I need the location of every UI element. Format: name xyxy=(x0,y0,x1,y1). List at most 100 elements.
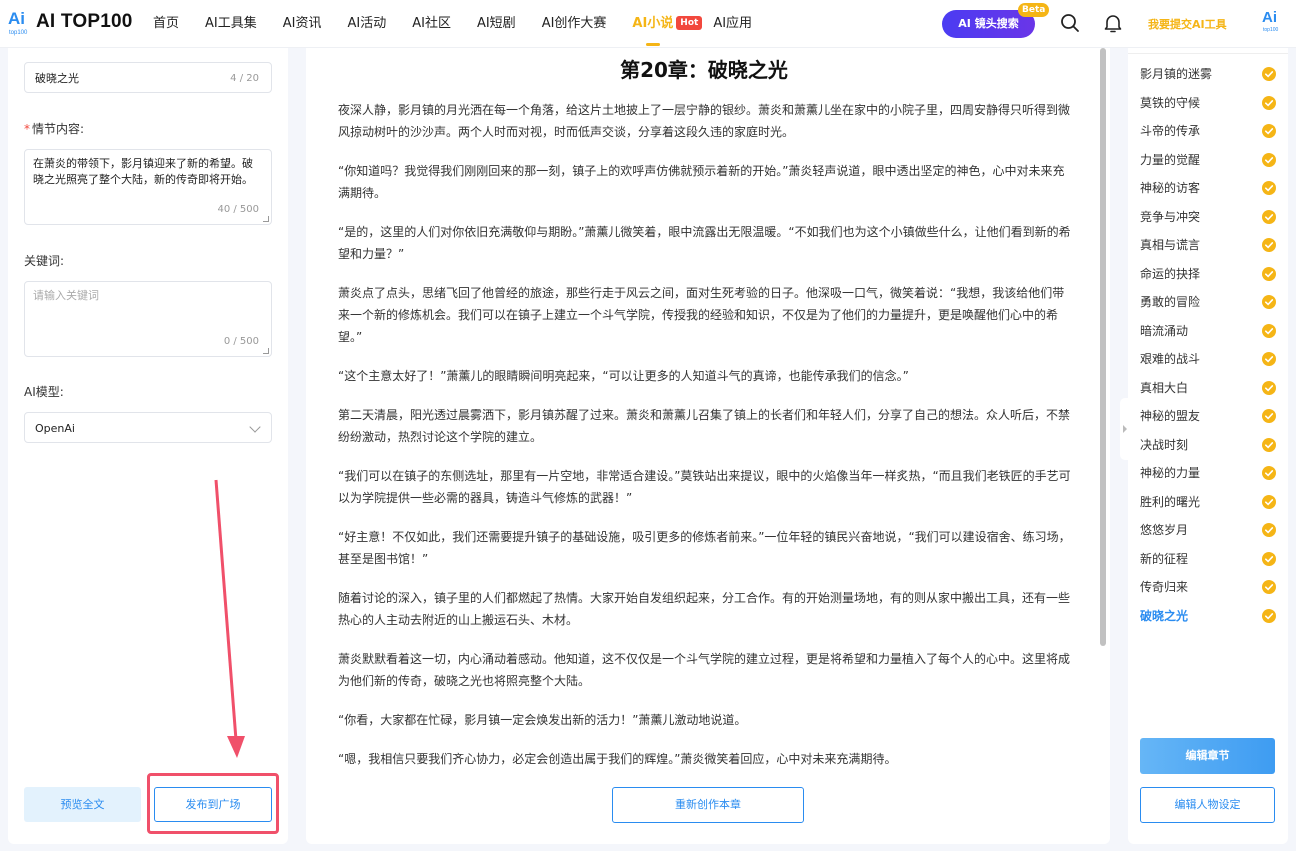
nav-item-label: AI社区 xyxy=(412,16,451,31)
keywords-char-counter: 0 / 500 xyxy=(223,336,259,347)
chapter-list-item[interactable]: 艰难的战斗 xyxy=(1140,345,1276,374)
chapter-list-item[interactable]: 神秘的访客 xyxy=(1140,174,1276,203)
chapter-list-item[interactable]: 真相与谎言 xyxy=(1140,231,1276,260)
chapter-list-label: 胜利的曙光 xyxy=(1140,494,1201,509)
chapter-list-item[interactable]: 暗流涌动 xyxy=(1140,317,1276,346)
check-circle-icon xyxy=(1262,352,1276,366)
chapter-list-item[interactable]: 莫铁的守候 xyxy=(1140,89,1276,118)
chapter-list-label: 勇敢的冒险 xyxy=(1140,295,1201,309)
nav-item-label: AI短剧 xyxy=(476,16,516,31)
chapter-list-item[interactable]: 竞争与冲突 xyxy=(1140,203,1276,232)
keywords-placeholder: 请输入关键词 xyxy=(33,289,99,302)
search-icon[interactable] xyxy=(1059,12,1081,34)
annotation-arrow xyxy=(214,479,245,758)
ai-model-label: AI模型: xyxy=(24,385,64,399)
chapter-list-label: 决战时刻 xyxy=(1140,437,1189,452)
nav-item[interactable]: AI社区 xyxy=(399,0,464,48)
chapter-list-label: 神秘的访客 xyxy=(1140,181,1201,195)
chapter-list-item[interactable]: 力量的觉醒 xyxy=(1140,146,1276,175)
paragraph: 夜深人静，影月镇的月光洒在每一个角落，给这片土地披上了一层宁静的银纱。萧炎和萧薰… xyxy=(338,103,1071,139)
check-circle-icon xyxy=(1262,608,1276,623)
nav-item[interactable]: AI活动 xyxy=(334,0,399,48)
keywords-textarea[interactable]: 请输入关键词 0 / 500 xyxy=(24,281,272,357)
top-header: Ai top100 AI TOP100 首页 AI工具集 AI资讯 AI活动 AI社区 A… xyxy=(0,0,1296,48)
paragraph: 萧炎默默看着这一切，内心涌动着感动。他知道，这不仅仅是一个斗气学院的建立过程，更… xyxy=(338,652,1071,688)
svg-text:Ai: Ai xyxy=(1262,9,1277,26)
chapter-list-label: 莫铁的守候 xyxy=(1140,95,1201,110)
chapter-list-label: 暗流涌动 xyxy=(1140,323,1189,338)
paragraph: 第二天清晨，阳光透过晨雾洒下，影月镇苏醒了过来。萧炎和萧薰儿召集了镇上的长者们和… xyxy=(338,408,1071,444)
chapter-title-input[interactable]: 破晓之光 4 / 20 xyxy=(24,62,272,93)
nav-item[interactable]: AI工具集 xyxy=(192,0,270,48)
chapter-list-label: 新的征程 xyxy=(1140,551,1189,566)
paragraph: “你知道吗？我觉得我们刚刚回来的那一刻，镇子上的欢呼声仿佛就预示着新的开始。”萧… xyxy=(338,164,1065,200)
chapter-list-item[interactable]: 影月镇的迷雾 xyxy=(1140,60,1276,89)
main-nav: 首页 AI工具集 AI资讯 AI活动 AI社区 AI短剧 AI创作大赛 AI小说 Hot AI应用 xyxy=(140,0,765,48)
check-circle-icon xyxy=(1262,181,1276,195)
content-scrollbar[interactable] xyxy=(1100,48,1106,646)
edit-characters-button[interactable]: 编辑人物设定 xyxy=(1140,787,1275,823)
check-circle-icon xyxy=(1262,437,1276,452)
chapter-list-label: 真相大白 xyxy=(1140,380,1189,395)
resize-handle[interactable] xyxy=(263,216,269,222)
recreate-chapter-button[interactable]: 重新创作本章 xyxy=(612,787,804,823)
ai-model-select[interactable]: OpenAi xyxy=(24,412,272,443)
check-circle-icon xyxy=(1262,238,1276,252)
check-circle-icon xyxy=(1262,409,1276,423)
chapter-list-label: 破晓之光 xyxy=(1140,608,1189,623)
title-char-counter: 4 / 20 xyxy=(230,73,259,84)
paragraph: “我们可以在镇子的东侧选址，那里有一片空地，非常适合建设。”莫铁站出来提议，眼中… xyxy=(338,469,1071,505)
chapter-list-item[interactable]: 神秘的盟友 xyxy=(1140,402,1276,431)
nav-item-label: AI资讯 xyxy=(282,16,322,31)
check-circle-icon xyxy=(1262,323,1276,338)
plot-content-textarea[interactable]: 在萧炎的带领下，影月镇迎来了新的希望。破晓之光照亮了整个大陆，新的传奇即将开始。… xyxy=(24,149,272,225)
chapter-list-item[interactable]: 真相大白 xyxy=(1140,374,1276,403)
chapter-content-panel: 第20章：破晓之光 夜深人静，影月镇的月光洒在每一个角落，给这片土地披上了一层宁… xyxy=(306,48,1110,844)
chapter-list-item[interactable]: 决战时刻 xyxy=(1140,431,1276,460)
plot-char-counter: 40 / 500 xyxy=(217,204,259,215)
chapter-list-label: 竞争与冲突 xyxy=(1140,209,1201,224)
chapter-title: 第20章：破晓之光 xyxy=(620,58,788,82)
chapter-list-label: 神秘的盟友 xyxy=(1140,409,1201,423)
chapter-list-label: 影月镇的迷雾 xyxy=(1140,67,1213,81)
chapter-list-item[interactable]: 神秘的力量 xyxy=(1140,459,1276,488)
preview-full-text-button[interactable]: 预览全文 xyxy=(24,787,141,822)
chapter-list-item[interactable]: 命运的抉择 xyxy=(1140,260,1276,289)
chapter-list-item[interactable]: 新的征程 xyxy=(1140,545,1276,574)
chapter-list-label: 真相与谎言 xyxy=(1140,238,1201,252)
chapter-list: 影月镇的迷雾 莫铁的守候斗帝的传承 力量的觉醒神秘的访客竞争与冲突真相与谎言命运的抉… xyxy=(1140,60,1276,630)
nav-item[interactable]: 首页 xyxy=(140,0,192,48)
edit-chapter-button[interactable]: 编辑章节 xyxy=(1140,738,1275,774)
paragraph: “这个主意太好了！”萧薰儿的眼睛瞬间明亮起来，“可以让更多的人知道斗气的真谛，也… xyxy=(338,369,909,383)
resize-handle[interactable] xyxy=(263,348,269,354)
chapter-list-item[interactable]: 勇敢的冒险 xyxy=(1140,288,1276,317)
check-circle-icon xyxy=(1262,67,1276,81)
logo-icon[interactable]: Ai top100 xyxy=(1262,7,1282,33)
chapter-title-value: 破晓之光 xyxy=(35,72,79,85)
logo-icon[interactable]: Ai top100 xyxy=(8,8,30,36)
nav-item[interactable]: AI资讯 xyxy=(270,0,335,48)
chapter-list-label: 传奇归来 xyxy=(1140,580,1189,594)
submit-ai-tool-link[interactable]: 我要提交AI工具 xyxy=(1148,16,1227,32)
check-circle-icon xyxy=(1262,152,1276,167)
chapter-list-item[interactable]: 胜利的曙光 xyxy=(1140,488,1276,517)
chapter-list-item[interactable]: 斗帝的传承 xyxy=(1140,117,1276,146)
chapter-list-item[interactable]: 破晓之光 xyxy=(1140,602,1276,631)
check-circle-icon xyxy=(1262,95,1276,110)
nav-item[interactable]: AI应用 xyxy=(700,0,765,48)
nav-item-label: AI创作大赛 xyxy=(541,16,607,31)
ai-model-value: OpenAi xyxy=(35,422,75,435)
nav-item[interactable]: AI创作大赛 xyxy=(529,0,620,48)
chapter-list-label: 悠悠岁月 xyxy=(1140,523,1189,537)
plot-content-value: 在萧炎的带领下，影月镇迎来了新的希望。破晓之光照亮了整个大陆，新的传奇即将开始。 xyxy=(33,157,253,186)
nav-item[interactable]: AI小说 Hot xyxy=(619,0,703,48)
bell-icon[interactable] xyxy=(1102,12,1124,34)
chapter-list-item[interactable]: 悠悠岁月 xyxy=(1140,516,1276,545)
keywords-label: 关键词: xyxy=(24,254,65,268)
check-circle-icon xyxy=(1262,380,1276,395)
nav-item[interactable]: AI短剧 xyxy=(464,0,529,48)
chapter-list-item[interactable]: 传奇归来 xyxy=(1140,573,1276,602)
logo-text[interactable]: AI TOP100 xyxy=(36,11,133,33)
chapter-list-panel: 影月镇的迷雾 莫铁的守候斗帝的传承 力量的觉醒神秘的访客竞争与冲突真相与谎言命运的抉… xyxy=(1128,48,1288,844)
hot-badge: Hot xyxy=(676,16,703,30)
